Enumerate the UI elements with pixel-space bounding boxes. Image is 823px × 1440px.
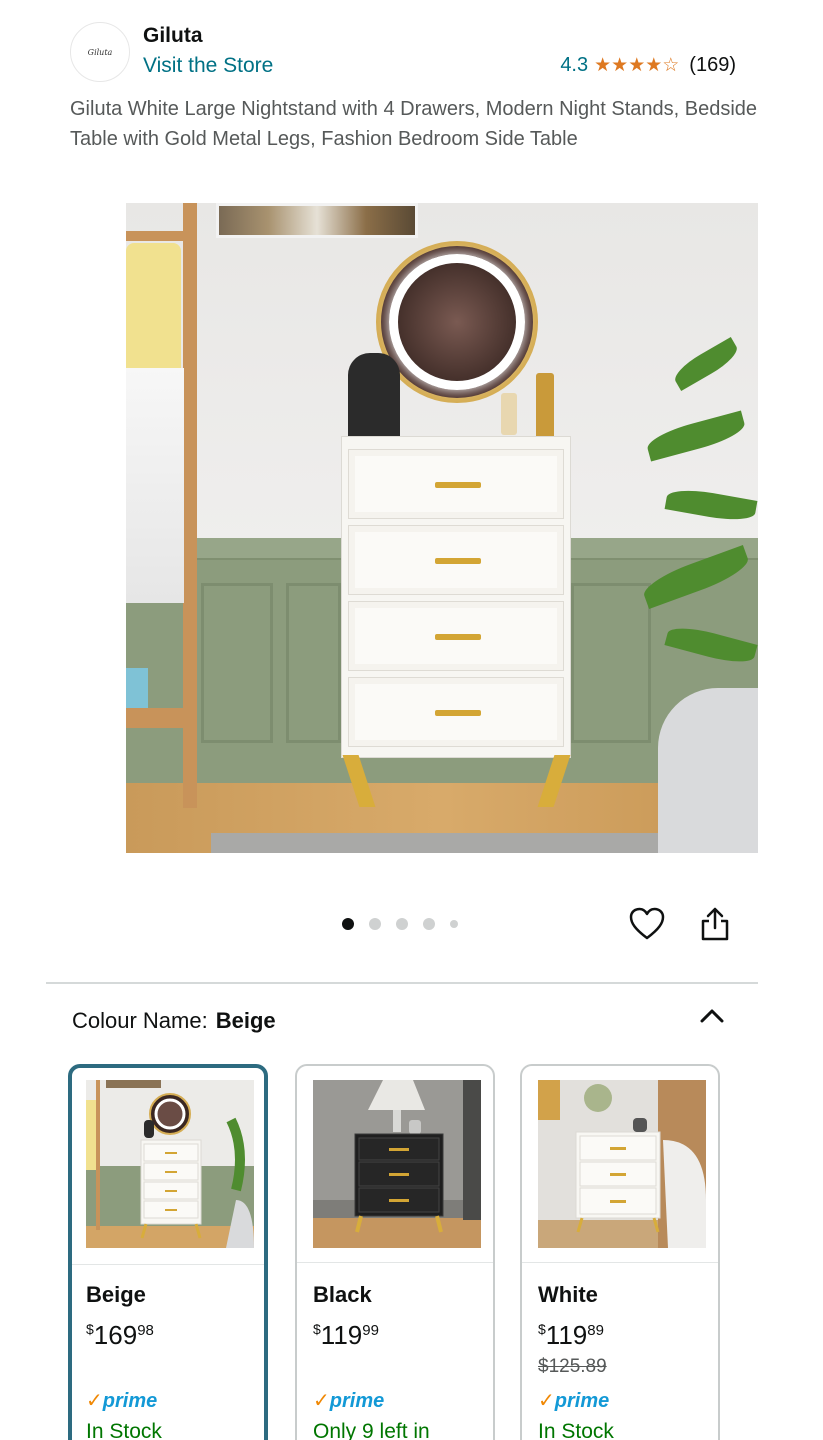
review-count: (169): [689, 54, 736, 76]
selected-colour: Beige: [215, 1008, 276, 1033]
star-rating-icon: ★★★★☆: [594, 55, 680, 76]
prime-badge: ✓prime: [538, 1390, 610, 1412]
product-image[interactable]: [126, 203, 758, 853]
variant-name: White: [538, 1282, 598, 1307]
variant-name: Beige: [86, 1282, 146, 1307]
store-name[interactable]: Giluta: [143, 24, 203, 48]
prime-badge: ✓prime: [86, 1390, 158, 1412]
bed: [658, 688, 758, 853]
favorite-button[interactable]: [627, 904, 667, 944]
pagination-dot[interactable]: [342, 918, 354, 930]
stock-status: In Stock: [538, 1420, 614, 1440]
variant-name: Black: [313, 1282, 372, 1307]
variant-card-white[interactable]: White $11989 $125.89 ✓prime In Stock: [520, 1064, 720, 1440]
pagination-dot[interactable]: [396, 918, 408, 930]
store-header: Giluta Giluta Visit the Store 4.3 ★★★★☆ …: [70, 22, 740, 82]
variant-thumbnail: [86, 1080, 254, 1248]
store-logo-text: Giluta: [87, 47, 113, 57]
product-title: Giluta White Large Nightstand with 4 Dra…: [70, 98, 758, 150]
variant-price: $11989: [538, 1320, 604, 1350]
variant-card-black[interactable]: Black $11999 ✓prime Only 9 left in: [295, 1064, 495, 1440]
variant-thumbnail: [538, 1080, 706, 1248]
stock-status: In Stock: [86, 1420, 162, 1440]
prime-check-icon: ✓: [538, 1390, 555, 1412]
variant-price: $11999: [313, 1320, 379, 1350]
chevron-up-icon: [700, 1009, 724, 1023]
visit-store-link[interactable]: Visit the Store: [143, 54, 273, 78]
share-icon: [701, 907, 729, 941]
section-divider: [46, 982, 758, 984]
pagination-dot[interactable]: [450, 920, 458, 928]
list-price: $125.89: [538, 1356, 607, 1377]
nightstand-dresser: [341, 436, 571, 758]
jewelry-bust: [348, 353, 400, 441]
prime-check-icon: ✓: [86, 1390, 103, 1412]
prime-check-icon: ✓: [313, 1390, 330, 1412]
variant-thumbnail: [313, 1080, 481, 1248]
colour-label: Colour Name:: [72, 1008, 208, 1033]
prime-badge: ✓prime: [313, 1390, 385, 1412]
collapse-colours-button[interactable]: [696, 1000, 728, 1032]
image-pagination: [342, 918, 473, 930]
variant-price: $16998: [86, 1320, 154, 1350]
variant-card-beige[interactable]: Beige $16998 ✓prime In Stock: [68, 1064, 268, 1440]
rating-value: 4.3: [560, 54, 589, 76]
pagination-dot[interactable]: [369, 918, 381, 930]
stock-status: Only 9 left in: [313, 1420, 430, 1440]
store-logo[interactable]: Giluta: [70, 22, 130, 82]
pagination-dot[interactable]: [423, 918, 435, 930]
rating-summary[interactable]: 4.3 ★★★★☆ (169): [560, 54, 736, 77]
vanity-mirror: [376, 241, 538, 403]
share-button[interactable]: [695, 904, 735, 944]
colour-selector-header: Colour Name: Beige: [72, 1008, 276, 1034]
heart-icon: [629, 907, 665, 940]
wall-painting: [216, 203, 418, 238]
